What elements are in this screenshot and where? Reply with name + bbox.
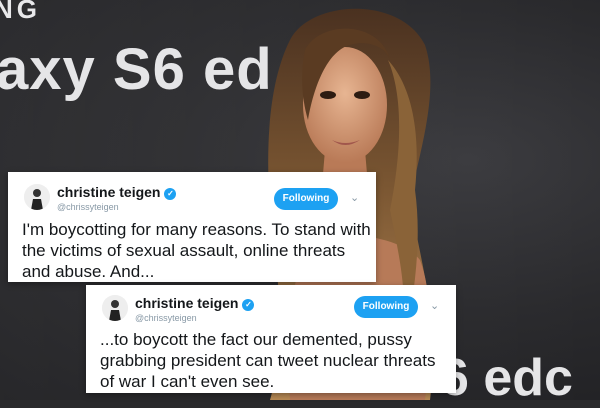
author-name[interactable]: christine teigen ✓	[135, 295, 255, 311]
tweet-card: christine teigen ✓ @chrissyteigen Followi…	[86, 285, 456, 393]
verified-badge-icon: ✓	[164, 188, 177, 200]
tweet-text: ...to boycott the fact our demented, pus…	[100, 330, 436, 391]
author-handle[interactable]: @chrissyteigen	[135, 313, 197, 323]
brand-text-main: axy S6 ed	[0, 37, 273, 102]
following-button[interactable]: Following	[274, 188, 338, 210]
brand-text-top: NG	[0, 0, 41, 24]
avatar[interactable]	[24, 184, 50, 210]
avatar-icon	[102, 295, 128, 321]
tweet-text: I'm boycotting for many reasons. To stan…	[22, 220, 371, 281]
verified-badge-icon: ✓	[242, 299, 255, 311]
tweet-card: christine teigen ✓ @chrissyteigen Followi…	[8, 172, 376, 282]
avatar[interactable]	[102, 295, 128, 321]
author-name[interactable]: christine teigen ✓	[57, 184, 177, 200]
author-name-text: christine teigen	[57, 184, 161, 200]
author-name-text: christine teigen	[135, 295, 239, 311]
chevron-down-icon[interactable]: ⌄	[430, 299, 439, 312]
chevron-down-icon[interactable]: ⌄	[350, 191, 359, 204]
author-handle[interactable]: @chrissyteigen	[57, 202, 119, 212]
following-button[interactable]: Following	[354, 296, 418, 318]
avatar-icon	[24, 184, 50, 210]
